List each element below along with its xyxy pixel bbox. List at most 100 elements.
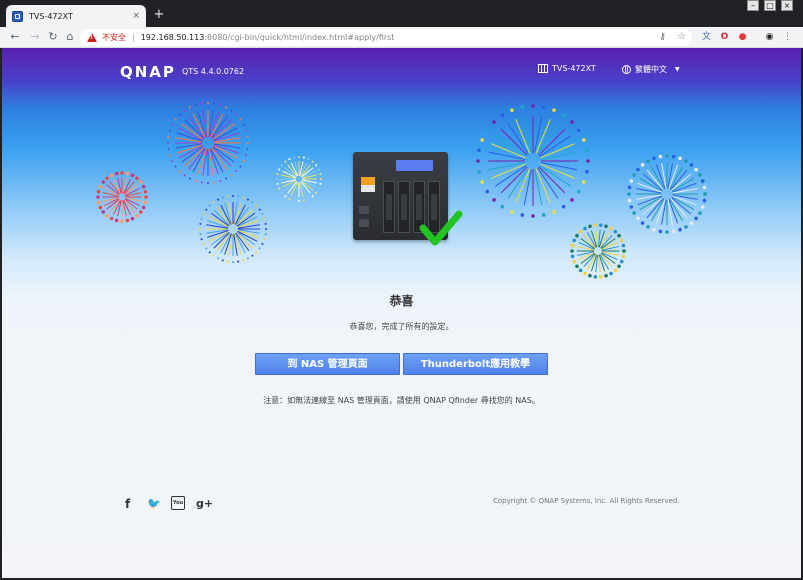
firework-spark	[188, 177, 191, 180]
menu-kebab-icon[interactable]: ⋮	[781, 31, 794, 44]
firework-spark	[255, 204, 258, 207]
firework-spark	[213, 102, 216, 105]
firework-spark	[263, 217, 266, 220]
bookmark-star-icon[interactable]: ☆	[675, 31, 688, 44]
firework-spark	[178, 113, 181, 116]
firework-spark	[632, 211, 636, 215]
translate-extension-icon[interactable]: 文	[700, 31, 713, 44]
firework-spark	[570, 198, 574, 202]
google-plus-icon[interactable]: g+	[196, 497, 213, 510]
copyright-text: Copyright © QNAP Systems, Inc. All Right…	[493, 497, 680, 505]
firework-spark	[138, 180, 143, 184]
firework-spark	[588, 224, 592, 229]
url-host: 192.168.50.113	[140, 33, 205, 42]
reload-icon[interactable]: ↻	[46, 30, 60, 44]
firework-spark	[276, 173, 279, 176]
firework-spark	[311, 160, 314, 163]
firework-spark	[288, 158, 291, 161]
thunderbolt-tutorial-button[interactable]: Thunderbolt應用教學	[403, 353, 548, 375]
globe-icon	[622, 65, 631, 74]
firework-spark	[700, 205, 705, 209]
firework-spark	[702, 198, 707, 203]
firework-spark	[237, 260, 240, 263]
tab-close-icon[interactable]: ×	[132, 11, 140, 21]
firework-spark	[138, 210, 143, 214]
nas-usb-slot	[361, 177, 375, 185]
firework-spark	[258, 247, 261, 250]
firework-spark	[284, 160, 287, 163]
minimize-button[interactable]: –	[747, 0, 759, 11]
facebook-icon[interactable]: f	[125, 497, 130, 511]
youtube-icon[interactable]: You	[171, 496, 185, 510]
maximize-button[interactable]: □	[764, 0, 776, 11]
back-arrow-icon[interactable]: ←	[8, 30, 22, 44]
firework-spark	[561, 113, 566, 118]
firework-spark	[265, 228, 267, 230]
opera-extension-icon[interactable]: O	[718, 31, 731, 44]
language-label: 繁體中文	[635, 65, 667, 74]
firework-spark	[698, 211, 702, 215]
firework-spark	[212, 254, 215, 257]
extension-icon[interactable]: ●	[736, 31, 749, 44]
profile-avatar-icon[interactable]: ◉	[763, 31, 776, 44]
firework-spark	[235, 113, 238, 116]
device-name-link[interactable]: TVS-472XT	[538, 64, 596, 73]
firework-spark	[585, 169, 589, 174]
firework-spark	[219, 103, 222, 106]
nas-lcd	[396, 160, 433, 171]
firework-spark	[226, 260, 229, 263]
key-icon[interactable]: ⚷	[656, 31, 669, 44]
window-close-button[interactable]: ×	[781, 0, 793, 11]
go-to-nas-button[interactable]: 到 NAS 管理頁面	[255, 353, 400, 375]
firework-spark	[703, 192, 707, 196]
insecure-label[interactable]: 不安全	[102, 32, 126, 43]
page-title: 恭喜	[389, 294, 414, 308]
firework-spark	[627, 192, 631, 196]
firework-spark	[317, 168, 320, 171]
firework-spark	[261, 242, 264, 245]
firework-spark	[476, 159, 480, 163]
firework-spark	[208, 251, 211, 254]
browser-tab[interactable]: TVS-472XT ×	[6, 5, 146, 27]
address-bar[interactable]: 不安全 | 192.168.50.113 :8080/cgi-bin/quick…	[80, 29, 692, 46]
firework-spark	[572, 238, 577, 243]
firework-spark	[239, 165, 242, 168]
firework-spark	[678, 156, 682, 161]
firework-spark	[319, 182, 322, 185]
firework-spark	[255, 251, 258, 254]
firework-spark	[317, 187, 320, 190]
firework-spark	[575, 233, 579, 238]
firework-spark	[552, 210, 556, 214]
firework-spark	[235, 170, 238, 173]
fireworks-decoration	[96, 102, 707, 279]
firework-spark	[130, 216, 135, 221]
qfinder-note: 注意：如無法連線至 NAS 管理頁面，請使用 QNAP Qfinder 尋找您的…	[263, 396, 540, 405]
firework-spark	[636, 216, 640, 221]
firework-spark	[202, 213, 205, 216]
nas-drive-bay	[398, 181, 410, 233]
firework-spark	[640, 163, 645, 167]
firework-spark	[684, 159, 688, 163]
firework-spark	[689, 163, 694, 167]
new-tab-button[interactable]: +	[152, 8, 166, 22]
qnap-favicon-icon	[12, 10, 23, 22]
firework-spark	[167, 148, 170, 151]
home-icon[interactable]: ⌂	[63, 30, 77, 44]
firework-spark	[582, 138, 586, 142]
url-separator: |	[132, 33, 135, 42]
firework-spark	[632, 173, 636, 177]
twitter-icon[interactable]: 🐦	[147, 497, 161, 510]
firework-spark	[570, 120, 574, 124]
firework-spark	[315, 191, 318, 194]
firework-spark	[232, 195, 234, 197]
nas-card-slot	[361, 185, 375, 192]
firework-spark	[570, 243, 575, 248]
firework-spark	[225, 106, 228, 109]
firework-spark	[585, 148, 589, 153]
firework-spark	[178, 170, 181, 173]
forward-arrow-icon[interactable]: →	[28, 30, 42, 44]
firework-spark	[200, 238, 203, 241]
language-selector[interactable]: 繁體中文 ▼	[622, 64, 680, 75]
firework-spark	[315, 164, 318, 167]
firework-spark	[617, 233, 621, 238]
